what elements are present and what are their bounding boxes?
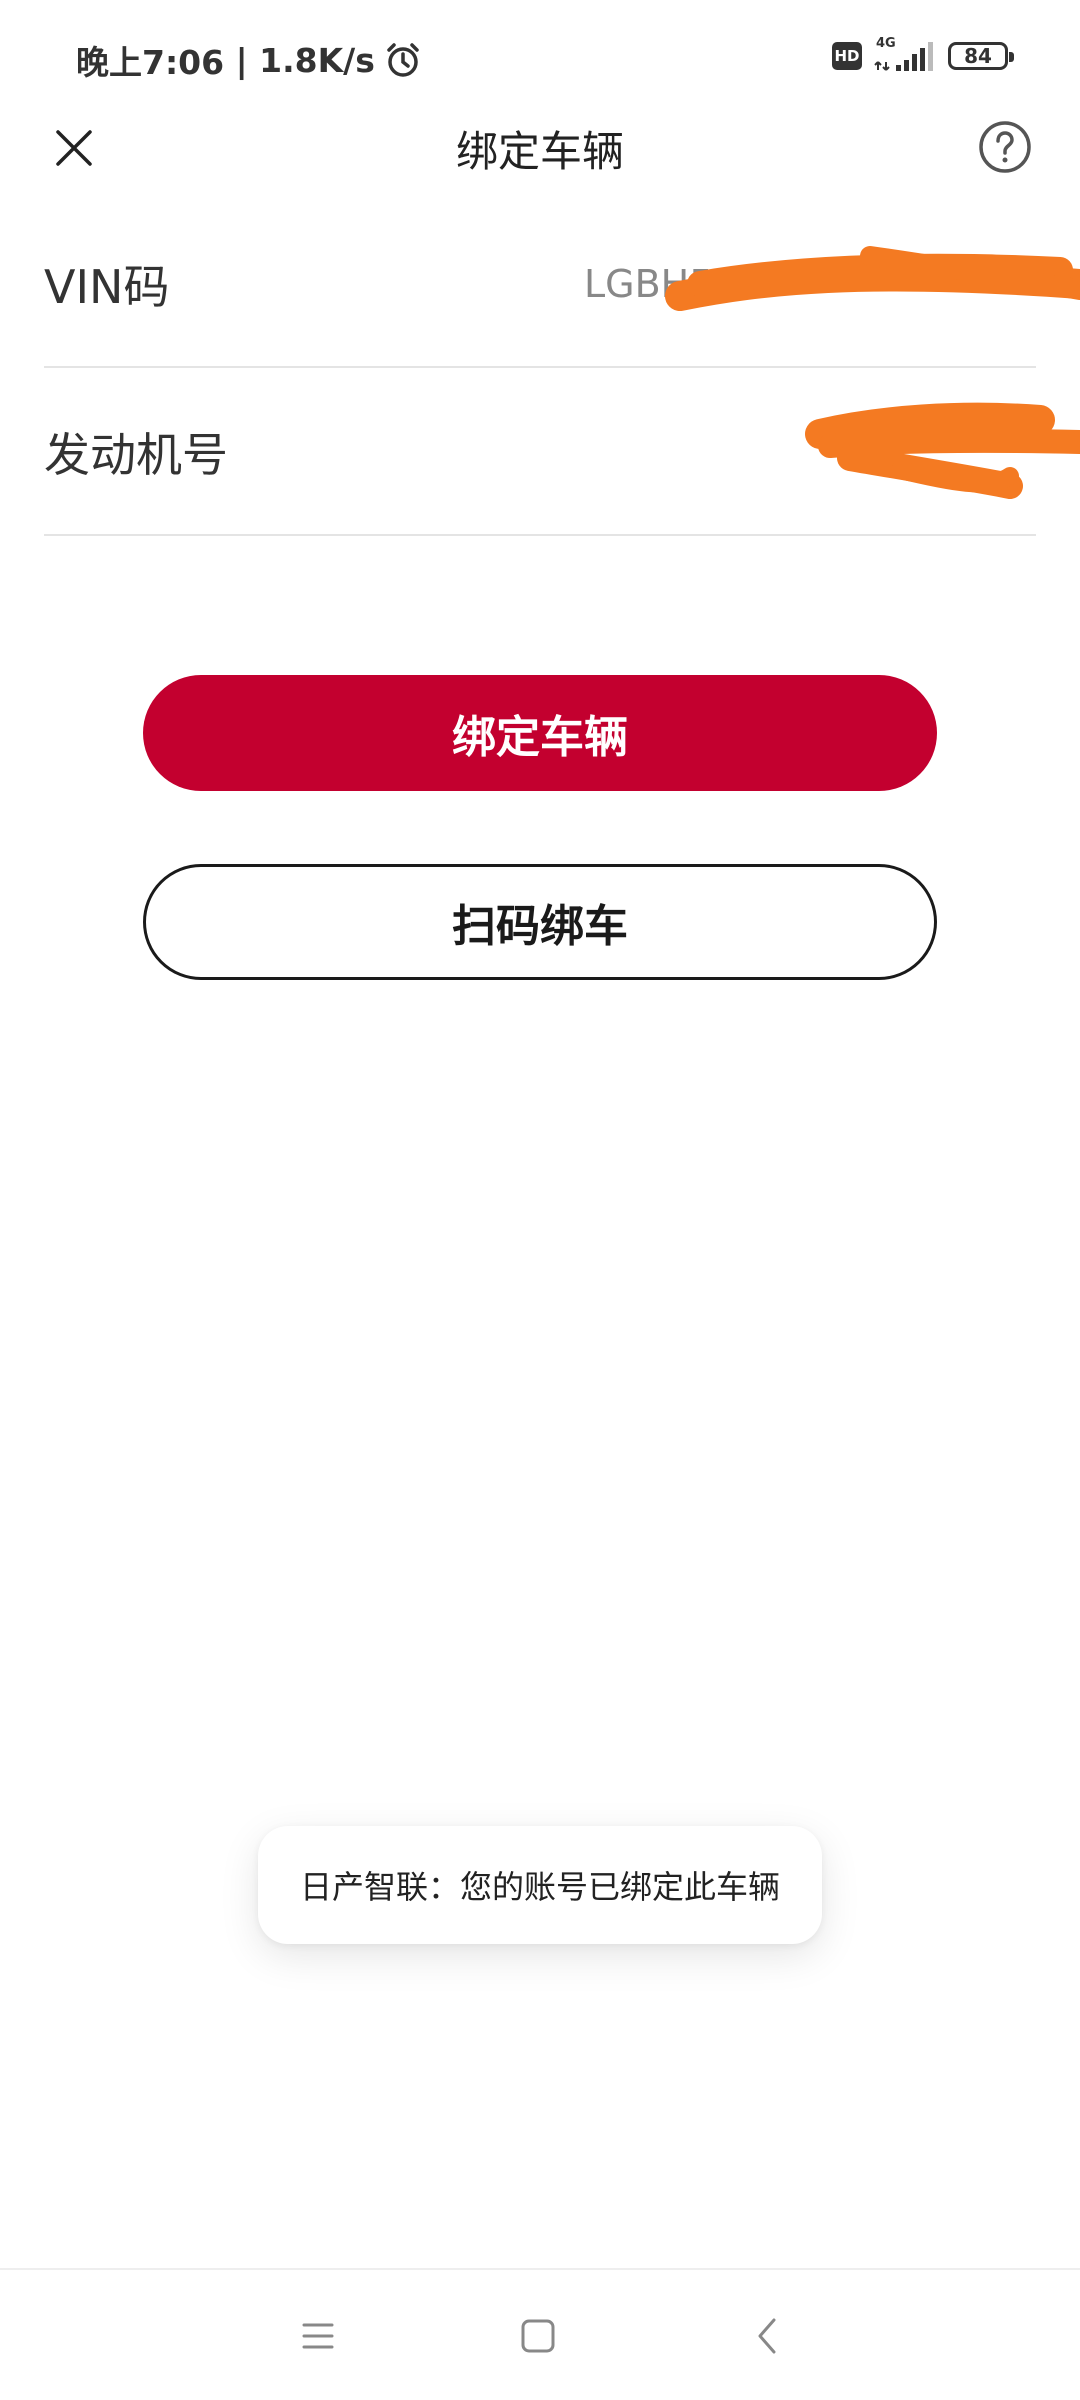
status-speed: 1.8K/s <box>259 40 375 80</box>
menu-icon[interactable] <box>296 2314 340 2358</box>
battery-icon: 84 <box>948 42 1014 70</box>
bind-vehicle-label: 绑定车辆 <box>452 712 628 763</box>
engine-number-row[interactable]: 发动机号 <box>44 370 1036 536</box>
battery-level: 84 <box>964 44 992 68</box>
status-left: 晚上7:06 | 1.8K/s <box>76 36 423 84</box>
vin-value[interactable]: LGBH5 <box>584 262 1036 306</box>
toast-text: 日产智联：您的账号已绑定此车辆 <box>299 1868 780 1906</box>
battery-tip <box>1009 52 1014 62</box>
engine-number-label: 发动机号 <box>44 428 228 482</box>
vin-label: VIN码 <box>44 260 170 314</box>
signal-icon: 4G <box>874 36 936 74</box>
hd-badge: HD <box>832 42 862 70</box>
scan-bind-button[interactable]: 扫码绑车 <box>143 864 937 980</box>
vin-row[interactable]: VIN码 LGBH5 <box>44 202 1036 368</box>
header: 绑定车辆 <box>0 100 1080 194</box>
home-square-icon[interactable] <box>516 2314 560 2358</box>
alarm-clock-icon <box>387 43 419 77</box>
signal-bars-icon <box>874 42 933 71</box>
bind-vehicle-button[interactable]: 绑定车辆 <box>143 675 937 791</box>
status-separator: | <box>224 40 260 80</box>
help-circle-icon[interactable] <box>978 120 1032 174</box>
back-chevron-icon[interactable] <box>746 2314 790 2358</box>
page-title: 绑定车辆 <box>455 127 624 176</box>
system-nav-bar <box>0 2268 1080 2400</box>
scan-bind-label: 扫码绑车 <box>452 901 628 952</box>
status-time: 晚上7:06 <box>76 43 225 82</box>
status-right: HD 4G 84 <box>832 36 1014 74</box>
toast-message: 日产智联：您的账号已绑定此车辆 <box>258 1826 822 1944</box>
